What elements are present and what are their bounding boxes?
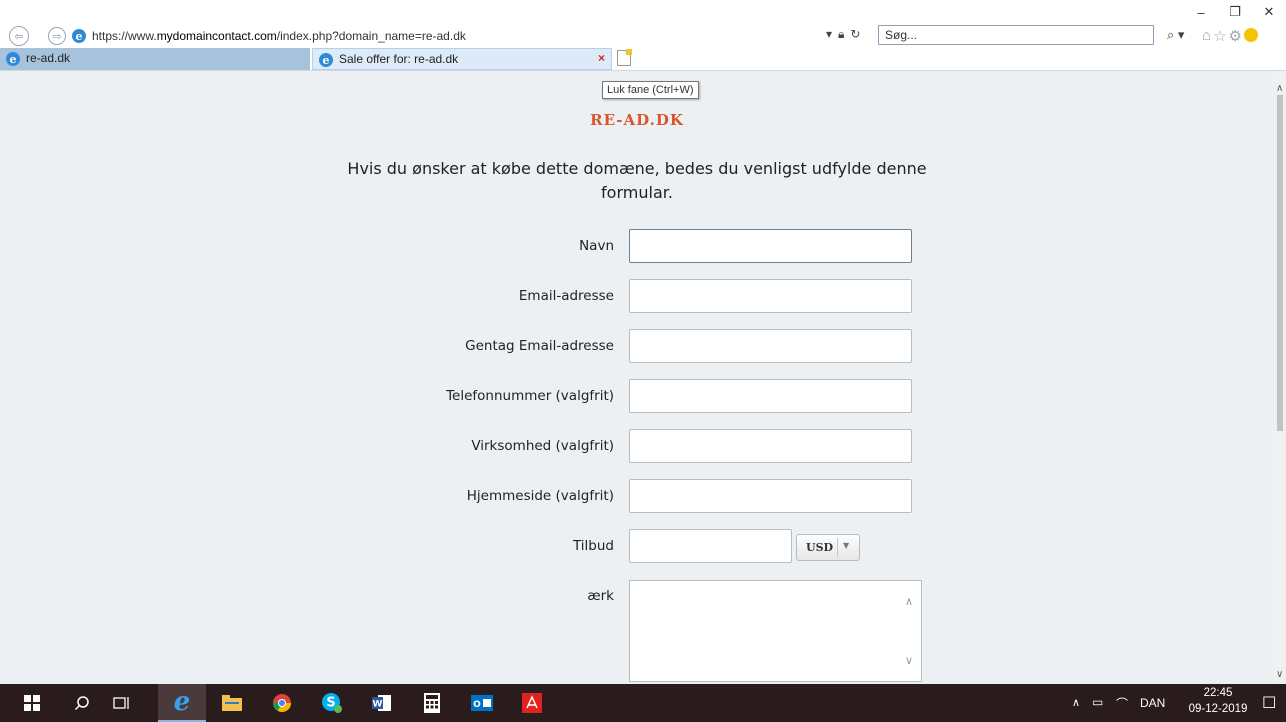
company-label: Virksomhed (valgfrit) xyxy=(471,438,614,454)
taskbar-chrome[interactable] xyxy=(258,684,306,722)
repeat-email-label: Gentag Email-adresse xyxy=(465,338,614,354)
url-domain: mydomaincontact.com xyxy=(156,29,277,43)
address-input[interactable]: https://www.mydomaincontact.com/index.ph… xyxy=(92,29,466,43)
chevron-up-icon[interactable]: ∧ xyxy=(1072,696,1080,709)
scroll-thumb[interactable] xyxy=(1277,95,1283,431)
email-field[interactable] xyxy=(629,279,912,313)
dropdown-icon[interactable]: ▾ xyxy=(826,27,832,42)
new-tab-icon[interactable] xyxy=(617,49,632,66)
tab-label: re-ad.dk xyxy=(26,51,71,65)
site-favicon-icon: e xyxy=(72,29,86,43)
taskbar-acrobat[interactable] xyxy=(508,684,556,722)
page-scrollbar[interactable]: ∧ ∨ xyxy=(1274,71,1286,684)
back-button[interactable]: ⇦ xyxy=(9,26,29,46)
tab-bar: e re-ad.dk e Sale offer for: re-ad.dk × xyxy=(0,48,1286,71)
currency-value: USD xyxy=(806,541,834,554)
taskbar-calculator[interactable] xyxy=(408,684,456,722)
offer-label: Tilbud xyxy=(572,538,614,554)
calculator-icon xyxy=(424,693,440,713)
clock-date[interactable]: 09-12-2019 xyxy=(1188,703,1248,715)
chevron-down-icon: ▼ xyxy=(843,541,850,550)
phone-field[interactable] xyxy=(629,379,912,413)
phone-label: Telefonnummer (valgfrit) xyxy=(446,388,614,404)
address-tools: ▾ 🔒︎ ↻ xyxy=(826,27,860,42)
clock-time[interactable]: 22:45 xyxy=(1188,687,1248,699)
name-field[interactable] xyxy=(629,229,912,263)
chrome-icon xyxy=(273,694,291,713)
feedback-smiley-icon[interactable] xyxy=(1243,28,1258,42)
company-field[interactable] xyxy=(629,429,912,463)
svg-text:W: W xyxy=(373,700,383,710)
wifi-icon[interactable]: ⌒ xyxy=(1116,695,1128,712)
forward-button[interactable]: ⇨ xyxy=(48,27,66,45)
chevron-up-icon[interactable]: ∧ xyxy=(905,595,913,608)
language-indicator[interactable]: DAN xyxy=(1140,696,1165,710)
tab-sale-offer[interactable]: e Sale offer for: re-ad.dk xyxy=(312,48,612,70)
name-label: Navn xyxy=(579,238,614,254)
email-label: Email-adresse xyxy=(518,288,614,304)
task-view-button[interactable] xyxy=(98,684,146,722)
acrobat-icon xyxy=(522,693,542,713)
tooltip: Luk fane (Ctrl+W) xyxy=(602,81,699,99)
home-icon[interactable]: ⌂ xyxy=(1202,27,1211,45)
search-placeholder: Søg... xyxy=(885,28,918,42)
tab-favicon-icon: e xyxy=(319,53,333,67)
taskbar-word[interactable]: W xyxy=(358,684,406,722)
offer-field[interactable] xyxy=(629,529,792,563)
lock-icon[interactable]: 🔒︎ xyxy=(838,27,844,42)
refresh-icon[interactable]: ↻ xyxy=(850,27,860,42)
website-label: Hjemmeside (valgfrit) xyxy=(466,488,614,504)
notifications-icon[interactable]: ☐ xyxy=(1262,693,1276,713)
address-bar-row: ⇦ ⇨ e https://www.mydomaincontact.com/in… xyxy=(0,24,1286,48)
taskbar-skype[interactable]: S xyxy=(308,684,356,722)
file-explorer-icon xyxy=(222,695,242,711)
system-tray: ∧ ▭ ⌒ DAN 22:45 09-12-2019 ☐ xyxy=(1056,684,1286,722)
search-input[interactable]: Søg... xyxy=(878,25,1154,45)
currency-select[interactable]: USD ▼ xyxy=(796,534,860,561)
word-icon: W xyxy=(372,695,391,711)
url-path: /index.php?domain_name=re-ad.dk xyxy=(276,29,466,43)
website-field[interactable] xyxy=(629,479,912,513)
internet-explorer-icon: e xyxy=(173,687,191,717)
remark-label: ærk xyxy=(587,588,614,604)
site-title: RE-AD.DK xyxy=(590,111,684,129)
back-arrow-icon: ⇦ xyxy=(14,30,24,43)
outlook-icon: O xyxy=(471,695,493,711)
currency-divider xyxy=(837,538,838,557)
minimize-button[interactable]: – xyxy=(1184,0,1218,24)
close-window-button[interactable]: ✕ xyxy=(1252,0,1286,24)
restore-button[interactable]: ❐ xyxy=(1218,0,1252,24)
forward-arrow-icon: ⇨ xyxy=(52,30,62,43)
skype-icon: S xyxy=(322,693,342,713)
search-icon[interactable]: ⌕ ▾ xyxy=(1167,27,1184,43)
search-icon xyxy=(74,696,89,711)
remark-textarea[interactable]: ∧ ∨ xyxy=(629,580,922,682)
favorites-star-icon[interactable]: ☆ xyxy=(1213,27,1226,45)
taskbar-outlook[interactable]: O xyxy=(458,684,506,722)
url-prefix: https://www. xyxy=(92,29,157,43)
windows-start-button[interactable] xyxy=(8,684,56,722)
repeat-email-field[interactable] xyxy=(629,329,912,363)
window-controls: – ❐ ✕ xyxy=(1184,0,1286,24)
battery-icon[interactable]: ▭ xyxy=(1092,695,1103,709)
scroll-up-icon[interactable]: ∧ xyxy=(1276,83,1283,94)
chevron-down-icon[interactable]: ∨ xyxy=(905,654,913,667)
svg-text:O: O xyxy=(473,700,481,710)
toolbar-icons: ⌂ ☆ ⚙ xyxy=(1202,27,1258,45)
taskbar-file-explorer[interactable] xyxy=(208,684,256,722)
taskbar: e S W O ∧ ▭ ⌒ DAN 22:45 09-12-2019 ☐ xyxy=(0,684,1286,722)
tab-re-ad-dk[interactable]: e re-ad.dk xyxy=(0,48,310,70)
task-view-icon xyxy=(113,697,129,709)
scroll-down-icon[interactable]: ∨ xyxy=(1276,669,1283,680)
tab-favicon-icon: e xyxy=(6,52,20,66)
page-content: RE-AD.DK Hvis du ønsker at købe dette do… xyxy=(0,71,1274,684)
taskbar-internet-explorer[interactable]: e xyxy=(158,684,206,722)
tab-label: Sale offer for: re-ad.dk xyxy=(339,52,459,66)
intro-text: Hvis du ønsker at købe dette domæne, bed… xyxy=(347,159,927,202)
close-tab-icon[interactable]: × xyxy=(598,51,605,65)
gear-icon[interactable]: ⚙ xyxy=(1229,27,1242,45)
windows-start-icon xyxy=(24,695,40,711)
